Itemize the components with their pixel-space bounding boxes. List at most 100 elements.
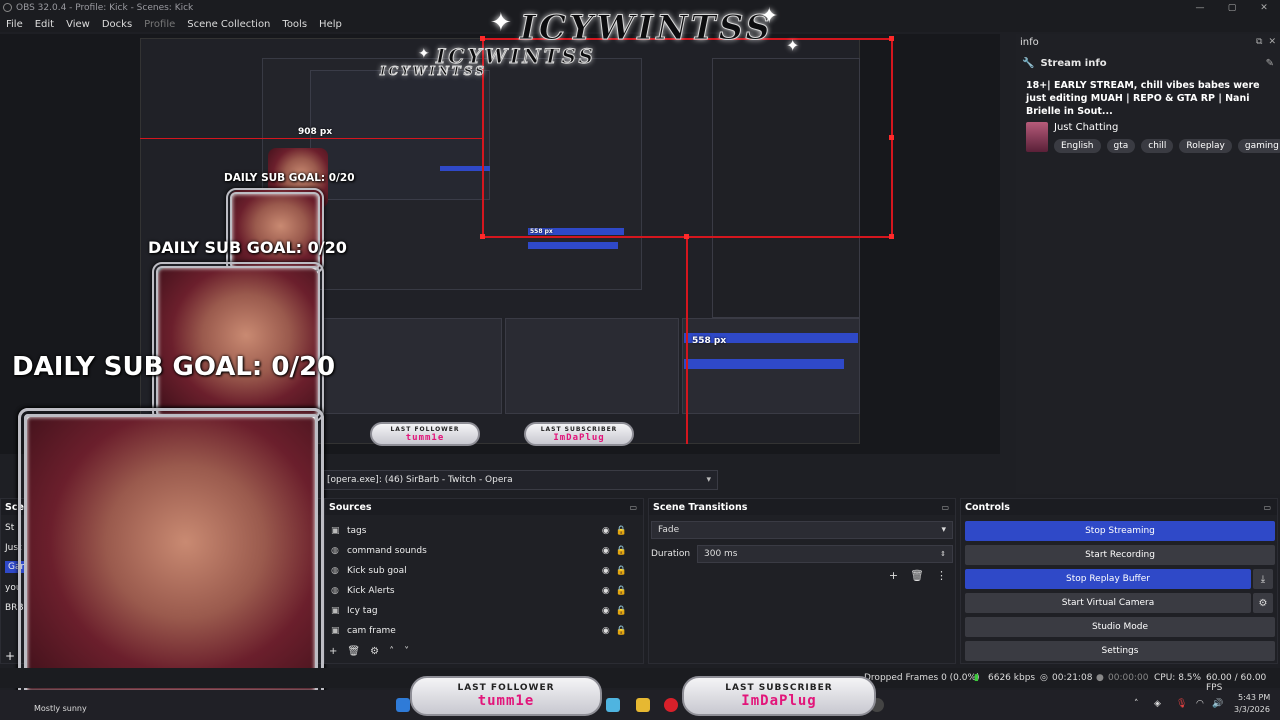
sub-goal-large: DAILY SUB GOAL: 0/20 [12, 352, 336, 382]
menu-edit[interactable]: Edit [29, 19, 60, 30]
window-source-select[interactable]: [opera.exe]: (46) SirBarb - Twitch - Ope… [322, 470, 718, 490]
handle-bl[interactable] [480, 234, 485, 239]
menu-scene-collection[interactable]: Scene Collection [181, 19, 276, 30]
save-replay-icon[interactable]: ⤓ [1253, 569, 1273, 589]
transition-select[interactable]: Fade ▾ [651, 521, 953, 539]
scene-transitions-panel: Scene Transitions ▭ Fade ▾ Duration 300 … [648, 498, 956, 664]
studio-mode-button[interactable]: Studio Mode [965, 617, 1275, 637]
weather-text: Mostly sunny [34, 704, 87, 713]
eye-icon[interactable]: ◉ [602, 546, 610, 556]
handle-br[interactable] [889, 234, 894, 239]
eye-icon[interactable]: ◉ [602, 626, 610, 636]
stream-time: 00:21:08 [1052, 673, 1093, 683]
add-icon[interactable]: + [889, 569, 898, 582]
eye-icon[interactable]: ◉ [602, 586, 610, 596]
minimize-button[interactable]: — [1184, 0, 1216, 16]
chevron-up-icon[interactable]: ˄ [1134, 699, 1139, 709]
eye-icon[interactable]: ◉ [602, 606, 610, 616]
category-row: Just Chatting English gta chill Roleplay… [1016, 118, 1280, 157]
stop-streaming-button[interactable]: Stop Streaming [965, 521, 1275, 541]
opera-icon[interactable] [664, 698, 678, 712]
folder-icon[interactable] [636, 698, 650, 712]
rec-icon: ● [1096, 673, 1104, 683]
lock-icon[interactable]: 🔒 [616, 566, 627, 576]
handle-bm[interactable] [684, 234, 689, 239]
tag: gta [1106, 139, 1136, 153]
start-icon[interactable] [396, 698, 410, 712]
stop-replay-buffer-button[interactable]: Stop Replay Buffer [965, 569, 1251, 589]
source-item[interactable]: ▣ tags ◉ 🔒 [325, 521, 643, 541]
guide-horizontal [140, 138, 482, 139]
chevron-up-icon[interactable]: ˄ [389, 646, 394, 657]
handle-tl[interactable] [480, 36, 485, 41]
float-icon[interactable]: ⧉ [1256, 37, 1262, 47]
last-follower-overlay: LAST FOLLOWER tumm1e [410, 676, 602, 716]
network-icon[interactable]: ◈ [1154, 699, 1161, 709]
settings-button[interactable]: Settings [965, 641, 1275, 661]
menu-file[interactable]: File [0, 19, 29, 30]
eye-icon[interactable]: ◉ [602, 566, 610, 576]
handle-tr[interactable] [889, 36, 894, 41]
captured-sources-panel [322, 318, 502, 414]
trash-icon[interactable]: 🗑 [347, 646, 360, 657]
eye-icon[interactable]: ◉ [602, 526, 610, 536]
px-label-908: 908 px [298, 127, 333, 137]
volume-icon[interactable]: 🔊 [1212, 699, 1223, 709]
duration-field[interactable]: 300 ms ⇕ [697, 545, 953, 563]
wifi-icon[interactable]: ◠ [1196, 699, 1204, 709]
tag-list: English gta chill Roleplay gaming [1054, 139, 1280, 153]
tag: Roleplay [1179, 139, 1232, 153]
add-scene-button[interactable]: + [5, 649, 15, 663]
source-item[interactable]: ▣ Icy tag ◉ 🔒 [325, 601, 643, 621]
menu-docks[interactable]: Docks [96, 19, 138, 30]
add-icon[interactable]: + [329, 646, 337, 657]
bitrate: 6626 kbps [988, 673, 1036, 683]
stepper-icon[interactable]: ⇕ [940, 550, 952, 558]
lock-icon[interactable]: 🔒 [616, 526, 627, 536]
gear-icon[interactable]: ⚙ [1253, 593, 1273, 613]
scene-item[interactable]: St [5, 523, 14, 533]
chevron-down-icon[interactable]: ˅ [404, 646, 409, 657]
handle-rm[interactable] [889, 135, 894, 140]
tag: chill [1141, 139, 1174, 153]
close-button[interactable]: ✕ [1248, 0, 1280, 16]
edit-icon[interactable]: ✎ [1266, 58, 1274, 69]
start-virtual-camera-button[interactable]: Start Virtual Camera [965, 593, 1251, 613]
dock-float-icon[interactable]: ▭ [629, 503, 643, 512]
clock-time[interactable]: 5:43 PM [1238, 693, 1270, 702]
menu-help[interactable]: Help [313, 19, 348, 30]
menu-profile[interactable]: Profile [138, 19, 181, 30]
lock-icon[interactable]: 🔒 [616, 546, 627, 556]
maximize-button[interactable]: ▢ [1216, 0, 1248, 16]
close-icon[interactable]: ✕ [1268, 37, 1276, 47]
captured-stop-replay-2 [528, 242, 618, 249]
wrench-icon: 🔧 [1022, 58, 1035, 69]
source-item[interactable]: ▣ cam frame ◉ 🔒 [325, 621, 643, 641]
captured-last-follower: LAST FOLLOWER tumm1e [370, 422, 480, 446]
source-item[interactable]: ◍ command sounds ◉ 🔒 [325, 541, 643, 561]
source-item[interactable]: ◍ Kick Alerts ◉ 🔒 [325, 581, 643, 601]
rec-time: 00:00:00 [1108, 673, 1149, 683]
menu-view[interactable]: View [60, 19, 96, 30]
source-type-icon: ▣ [331, 606, 340, 616]
clock-date[interactable]: 3/3/2026 [1234, 705, 1270, 714]
controls-header: Controls ▭ [961, 499, 1277, 515]
dock-float-icon[interactable]: ▭ [1263, 503, 1277, 512]
copilot-icon[interactable] [606, 698, 620, 712]
gear-icon[interactable]: ⚙ [370, 646, 379, 657]
lock-icon[interactable]: 🔒 [616, 586, 627, 596]
trash-icon[interactable]: 🗑 [910, 569, 924, 582]
start-recording-button[interactable]: Start Recording [965, 545, 1275, 565]
menu-tools[interactable]: Tools [276, 19, 313, 30]
source-item[interactable]: ◍ Kick sub goal ◉ 🔒 [325, 561, 643, 581]
dock-float-icon[interactable]: ▭ [941, 503, 955, 512]
more-icon[interactable]: ⋮ [936, 569, 947, 582]
source-type-icon: ◍ [331, 546, 339, 556]
lock-icon[interactable]: 🔒 [616, 606, 627, 616]
last-subscriber-label: LAST SUBSCRIBER [725, 683, 833, 693]
source-type-icon: ▣ [331, 526, 340, 536]
stream-description: 18+| EARLY STREAM, chill vibes babes wer… [1026, 80, 1260, 117]
lock-icon[interactable]: 🔒 [616, 626, 627, 636]
transitions-header: Scene Transitions ▭ [649, 499, 955, 515]
mic-icon[interactable]: 🎙 [1176, 699, 1187, 709]
